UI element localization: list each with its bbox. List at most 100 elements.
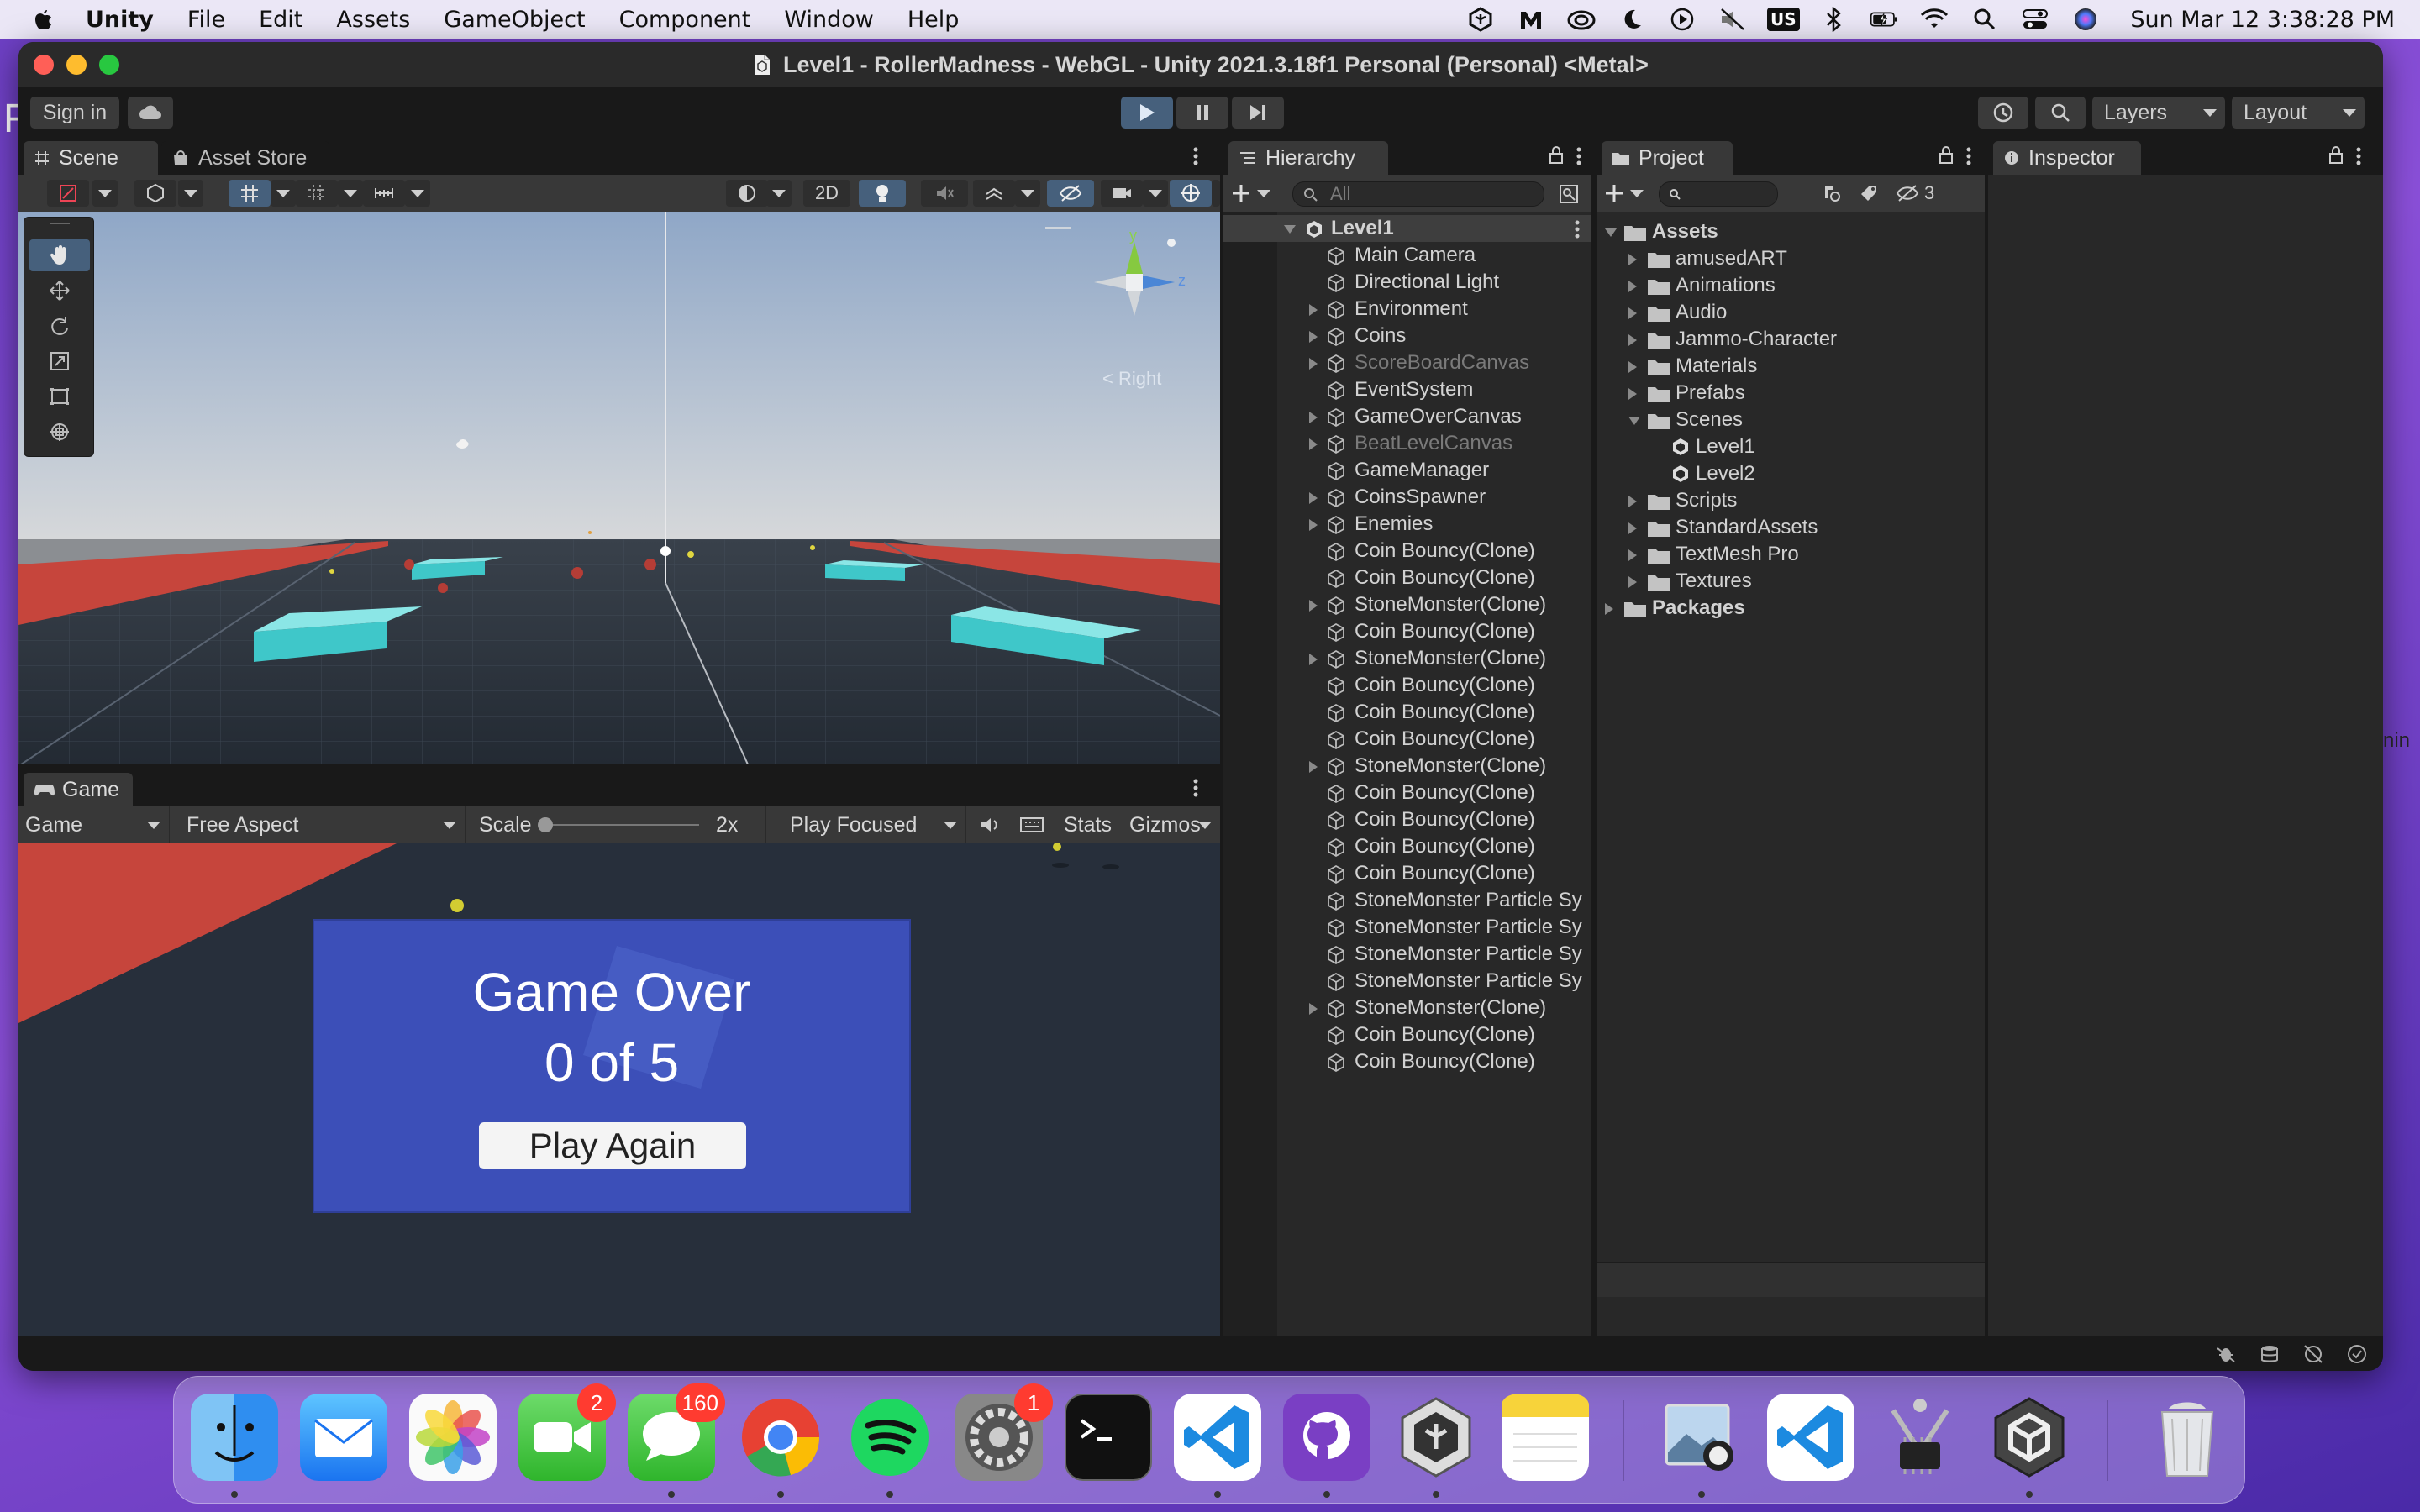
chevron-down-icon[interactable] (1212, 180, 1220, 207)
hierarchy-item[interactable]: Coin Bouncy(Clone) (1223, 618, 1591, 645)
dock-finder[interactable] (191, 1394, 278, 1498)
chevron-down-icon[interactable] (766, 180, 792, 207)
tab-game[interactable]: Game (24, 773, 133, 806)
dock-chrome[interactable] (737, 1394, 824, 1498)
transform-tool-icon[interactable] (29, 416, 90, 448)
hierarchy-search-input[interactable]: All (1292, 181, 1544, 207)
hierarchy-item[interactable]: BeatLevelCanvas (1223, 430, 1591, 457)
project-item[interactable]: Animations (1597, 272, 1985, 299)
tab-project[interactable]: Project (1602, 141, 1733, 175)
sign-in-button[interactable]: Sign in (30, 97, 119, 129)
lock-icon[interactable] (2328, 146, 2344, 165)
dock-unity-hub[interactable] (1392, 1394, 1480, 1498)
hierarchy-item[interactable]: StoneMonster(Clone) (1223, 591, 1591, 618)
play-mode-dropdown[interactable]: Play Focused (783, 806, 966, 843)
kebab-menu-icon[interactable] (1193, 778, 1198, 798)
expand-arrow-icon[interactable] (1309, 519, 1318, 531)
expand-arrow-icon[interactable] (1309, 331, 1318, 343)
hierarchy-item[interactable]: Main Camera (1223, 242, 1591, 269)
apple-icon[interactable] (29, 5, 57, 34)
tab-inspector[interactable]: Inspector (1993, 141, 2141, 175)
chevron-down-icon[interactable] (92, 180, 118, 207)
project-item[interactable]: Scenes (1597, 407, 1985, 433)
meru-icon[interactable] (1517, 5, 1545, 34)
history-icon[interactable] (1978, 97, 2028, 129)
grid-snapping-icon[interactable] (229, 180, 271, 207)
window-titlebar[interactable]: Level1 - RollerMadness - WebGL - Unity 2… (18, 42, 2383, 87)
hierarchy-item[interactable]: Coin Bouncy(Clone) (1223, 833, 1591, 860)
dock-notes[interactable] (1502, 1394, 1589, 1481)
menu-edit[interactable]: Edit (259, 7, 302, 33)
ruler-icon[interactable] (363, 180, 405, 207)
hierarchy-item[interactable]: GameManager (1223, 457, 1591, 484)
dock-vscode[interactable] (1174, 1394, 1261, 1498)
project-item[interactable]: amusedART (1597, 245, 1985, 272)
gizmos-icon[interactable] (1170, 180, 1212, 207)
toggle-2d-button[interactable]: 2D (803, 180, 850, 207)
expand-arrow-icon[interactable] (1309, 492, 1318, 504)
lock-icon[interactable] (1548, 146, 1565, 165)
project-item[interactable]: Assets (1597, 218, 1985, 245)
stats-button[interactable]: Stats (1057, 806, 1121, 843)
expand-arrow-icon[interactable] (1309, 438, 1318, 450)
expand-arrow-icon[interactable] (1309, 600, 1318, 612)
project-item[interactable]: Audio (1597, 299, 1985, 326)
lock-icon[interactable] (1938, 146, 1954, 165)
shading-mode-icon[interactable] (134, 180, 176, 207)
project-item[interactable]: Materials (1597, 353, 1985, 380)
menu-window[interactable]: Window (784, 7, 873, 33)
effects-icon[interactable] (973, 180, 1015, 207)
project-item[interactable]: TextMesh Pro (1597, 541, 1985, 568)
expand-arrow-icon[interactable] (1628, 549, 1637, 561)
hierarchy-item[interactable]: Coin Bouncy(Clone) (1223, 726, 1591, 753)
chevron-down-icon[interactable] (271, 180, 296, 207)
chevron-down-icon[interactable] (405, 180, 430, 207)
aspect-dropdown[interactable]: Free Aspect (180, 806, 466, 843)
scale-tool-icon[interactable] (29, 345, 90, 377)
hierarchy-item[interactable]: StoneMonster(Clone) (1223, 645, 1591, 672)
search-icon[interactable] (2035, 97, 2086, 129)
project-search-input[interactable] (1659, 181, 1778, 207)
hand-tool-icon[interactable] (29, 239, 90, 271)
gizmo-view-label[interactable]: < Right (1102, 368, 1161, 390)
chevron-down-icon[interactable] (1143, 180, 1168, 207)
project-item[interactable]: Textures (1597, 568, 1985, 595)
kebab-menu-icon[interactable] (2356, 146, 2361, 166)
gizmos-dropdown[interactable]: Gizmos (1123, 806, 1220, 843)
menu-file[interactable]: File (187, 7, 225, 33)
hierarchy-item[interactable]: StoneMonster Particle Sy (1223, 887, 1591, 914)
menu-gameobject[interactable]: GameObject (444, 7, 585, 33)
unity-hub-icon[interactable] (1466, 5, 1495, 34)
zoom-window-button[interactable] (99, 55, 119, 75)
scale-slider-handle[interactable] (538, 817, 553, 832)
search-by-label-icon[interactable] (1859, 183, 1881, 205)
dock-spotify[interactable] (846, 1394, 934, 1498)
cloud-icon[interactable] (128, 97, 173, 129)
chevron-down-icon[interactable] (178, 180, 203, 207)
hierarchy-item[interactable]: StoneMonster(Clone) (1223, 753, 1591, 780)
debug-bug-icon[interactable] (2215, 1343, 2237, 1365)
expand-arrow-icon[interactable] (1628, 361, 1637, 373)
expand-arrow-icon[interactable] (1309, 1003, 1318, 1015)
auto-generate-lighting-icon[interactable] (2302, 1343, 2324, 1365)
minimize-window-button[interactable] (66, 55, 87, 75)
dock-system-preferences[interactable]: 1 (955, 1383, 1053, 1481)
tab-asset-store[interactable]: Asset Store (161, 141, 329, 175)
dock-unity[interactable] (1986, 1394, 2073, 1498)
project-item[interactable]: Scripts (1597, 487, 1985, 514)
display-dropdown[interactable]: Game (18, 806, 170, 843)
control-center-icon[interactable] (2021, 5, 2049, 34)
hierarchy-item[interactable]: StoneMonster Particle Sy (1223, 914, 1591, 941)
increment-snapping-icon[interactable] (296, 180, 338, 207)
expand-arrow-icon[interactable] (1605, 228, 1617, 237)
dock-preview[interactable] (1658, 1394, 1745, 1498)
expand-arrow-icon[interactable] (1309, 304, 1318, 316)
pause-button[interactable] (1176, 97, 1228, 129)
play-circle-icon[interactable] (1668, 5, 1697, 34)
hierarchy-item[interactable]: GameOverCanvas (1223, 403, 1591, 430)
scale-slider-track[interactable] (543, 824, 699, 826)
menu-component[interactable]: Component (619, 7, 751, 33)
hierarchy-item[interactable]: Coin Bouncy(Clone) (1223, 780, 1591, 806)
chevron-down-icon[interactable] (338, 180, 363, 207)
expand-arrow-icon[interactable] (1284, 225, 1296, 234)
